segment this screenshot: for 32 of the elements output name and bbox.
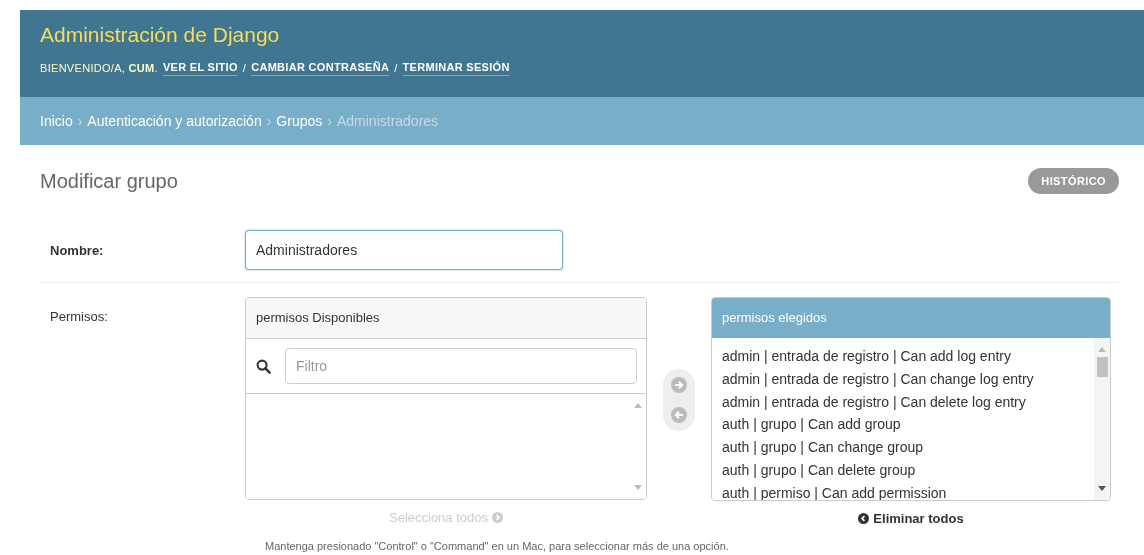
link-separator: /: [394, 62, 398, 74]
welcome-text: BIENVENIDO/A, CUM.: [40, 62, 158, 74]
filter-field[interactable]: Filtro: [285, 348, 637, 384]
user-link[interactable]: CAMBIAR CONTRASEÑA: [251, 60, 390, 76]
name-field[interactable]: Administradores: [245, 230, 563, 270]
box-title: permisos Disponibles: [246, 298, 646, 339]
field-label: Nombre:: [50, 242, 105, 258]
chevron-left-icon: [858, 513, 870, 524]
list-item[interactable]: auth | grupo | Can add group: [722, 413, 1084, 437]
list-item[interactable]: admin | entrada de registro | Can delete log entry: [722, 390, 1084, 414]
chosen-list[interactable]: [712, 338, 1110, 500]
list-item[interactable]: auth | grupo | Can change group: [722, 436, 1084, 459]
breadcrumb-current: Administradores: [336, 113, 439, 129]
site-title[interactable]: Administración de Django: [40, 22, 280, 48]
user-link[interactable]: TERMINAR SESIÓN: [402, 60, 510, 76]
page-title: Modificar grupo: [40, 169, 178, 193]
breadcrumb-separator: ›: [77, 113, 83, 129]
user-link[interactable]: VER EL SITIO: [162, 60, 238, 76]
box-title: permisos elegidos: [712, 298, 1110, 338]
list-item[interactable]: admin | entrada de registro | Can change log entry: [722, 367, 1084, 391]
list-item[interactable]: auth | grupo | Can delete group: [722, 459, 1084, 482]
list-item[interactable]: admin | entrada de registro | Can add log entry: [722, 345, 1084, 368]
breadcrumb-separator: ›: [327, 113, 332, 129]
remove-all-link[interactable]: Eliminar todos: [858, 511, 964, 526]
chevron-right-icon: [492, 512, 503, 523]
list-item[interactable]: auth | permiso | Can add permission: [722, 481, 1084, 500]
field-label: Permisos:: [50, 308, 109, 324]
search-icon: [256, 358, 271, 374]
scrollbar[interactable]: [1094, 338, 1110, 500]
breadcrumb-separator: ›: [266, 113, 272, 129]
link-separator: /: [242, 62, 247, 74]
help-text: Mantenga presionado "Control" o "Command" en un Mac, para seleccionar más de una opción.: [264, 539, 730, 553]
